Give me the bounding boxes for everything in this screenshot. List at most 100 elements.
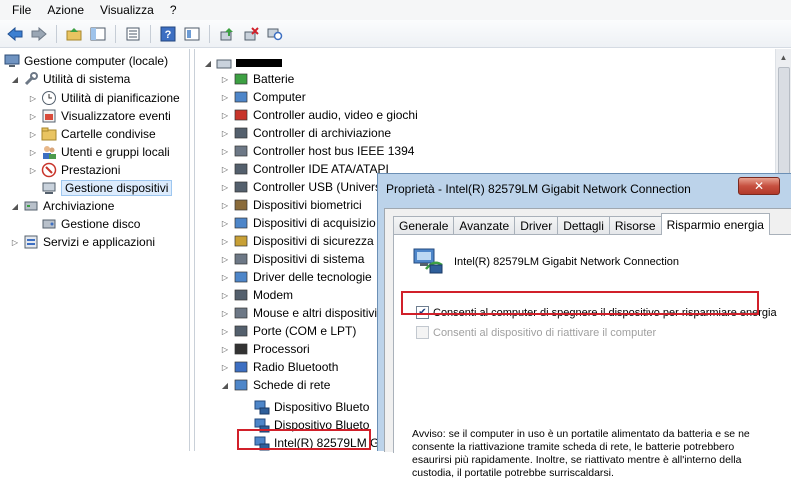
tree-system-tools[interactable]: ◢ Utilità di sistema	[10, 70, 130, 88]
expand-arrow-icon[interactable]: ▷	[220, 219, 230, 228]
expand-arrow-icon[interactable]: ▷	[220, 183, 230, 192]
network-adapter-icon	[254, 399, 270, 415]
close-button[interactable]: ✕	[738, 177, 780, 195]
collapse-arrow-icon[interactable]: ◢	[220, 381, 230, 390]
collapse-arrow-icon[interactable]: ◢	[203, 59, 213, 68]
tab-dettagli[interactable]: Dettagli	[557, 216, 610, 235]
expand-arrow-icon[interactable]: ▷	[220, 345, 230, 354]
expand-arrow-icon[interactable]: ▷	[220, 75, 230, 84]
expand-arrow-icon[interactable]: ▷	[220, 165, 230, 174]
device-category[interactable]: ▷ Dispositivi biometrici	[220, 196, 362, 214]
device-category[interactable]: ▷ Dispositivi di acquisizio	[220, 214, 376, 232]
menu-azione[interactable]: Azione	[39, 3, 92, 17]
disk-icon	[41, 216, 57, 232]
expand-arrow-icon[interactable]: ▷	[28, 148, 38, 157]
expand-arrow-icon[interactable]: ▷	[220, 201, 230, 210]
expand-arrow-icon[interactable]: ▷	[28, 112, 38, 121]
device-category[interactable]: ▷ Processori	[220, 340, 310, 358]
menu-visualizza[interactable]: Visualizza	[92, 3, 162, 17]
tree-item-users-groups[interactable]: ▷ Utenti e gruppi locali	[28, 143, 170, 161]
device-category-icon	[233, 323, 249, 339]
svg-text:?: ?	[165, 29, 172, 41]
device-category[interactable]: ▷ Modem	[220, 286, 293, 304]
device-category-icon	[233, 233, 249, 249]
allow-wake-checkbox[interactable]	[416, 326, 429, 339]
computer-icon	[216, 55, 232, 71]
uninstall-icon[interactable]	[240, 23, 262, 45]
tree-root[interactable]: Gestione computer (locale)	[4, 52, 168, 70]
scan-hardware-icon[interactable]	[264, 23, 286, 45]
expand-arrow-icon[interactable]: ▷	[220, 327, 230, 336]
device-header: Intel(R) 82579LM Gigabit Network Connect…	[412, 245, 679, 278]
tree-item-shared-folders[interactable]: ▷ Cartelle condivise	[28, 125, 156, 143]
device-category[interactable]: ▷ Controller host bus IEEE 1394	[220, 142, 415, 160]
expand-arrow-icon[interactable]: ▷	[220, 273, 230, 282]
expand-arrow-icon[interactable]: ▷	[220, 291, 230, 300]
tree-services-label: Servizi e applicazioni	[43, 235, 156, 249]
tree-item-performance[interactable]: ▷ Prestazioni	[28, 161, 120, 179]
back-arrow-icon[interactable]	[4, 23, 26, 45]
console-tree[interactable]: Gestione computer (locale) ◢ Utilità di …	[0, 49, 190, 451]
tab-generale[interactable]: Generale	[393, 216, 455, 235]
up-folder-icon[interactable]	[63, 23, 85, 45]
device-category[interactable]: ▷ Porte (COM e LPT)	[220, 322, 356, 340]
update-driver-icon[interactable]	[216, 23, 238, 45]
device-category[interactable]: ▷ Mouse e altri dispositivi	[220, 304, 377, 322]
tree-item-label: Visualizzatore eventi	[61, 109, 171, 123]
device-category[interactable]: ▷ Batterie	[220, 70, 294, 88]
help-icon[interactable]: ?	[157, 23, 179, 45]
device-category[interactable]: ▷ Controller di archiviazione	[220, 124, 391, 142]
device-category[interactable]: ▷ Dispositivi di sistema	[220, 250, 364, 268]
tree-item-label: Cartelle condivise	[61, 127, 156, 141]
tree-item-scheduler[interactable]: ▷ Utilità di pianificazione	[28, 89, 180, 107]
device-category-label: Controller USB (Univers	[253, 180, 382, 194]
menu-help[interactable]: ?	[162, 3, 185, 17]
expand-arrow-icon[interactable]: ▷	[28, 166, 38, 175]
device-category[interactable]: ▷ Dispositivi di sicurezza	[220, 232, 374, 250]
tab-risorse[interactable]: Risorse	[608, 216, 662, 235]
collapse-arrow-icon[interactable]: ◢	[10, 202, 20, 211]
properties-icon[interactable]	[122, 23, 144, 45]
tree-storage[interactable]: ◢ Archiviazione	[10, 197, 114, 215]
tab-risparmio-energia[interactable]: Risparmio energia	[660, 213, 770, 235]
expand-arrow-icon[interactable]: ▷	[220, 255, 230, 264]
expand-arrow-icon[interactable]: ▷	[220, 129, 230, 138]
expand-arrow-icon[interactable]: ▷	[220, 309, 230, 318]
performance-icon	[41, 162, 57, 178]
device-category[interactable]: ▷ Controller IDE ATA/ATAPI	[220, 160, 389, 178]
expand-arrow-icon[interactable]: ▷	[220, 93, 230, 102]
expand-arrow-icon[interactable]: ▷	[10, 238, 20, 247]
tab-driver[interactable]: Driver	[514, 216, 559, 235]
collapse-arrow-icon[interactable]: ◢	[10, 75, 20, 84]
device-category[interactable]: ▷ Controller USB (Univers	[220, 178, 381, 196]
device-category-label: Radio Bluetooth	[253, 360, 339, 374]
expand-arrow-icon[interactable]: ▷	[220, 111, 230, 120]
storage-icon	[23, 198, 39, 214]
tree-item-event-viewer[interactable]: ▷ Visualizzatore eventi	[28, 107, 171, 125]
expand-arrow-icon[interactable]: ▷	[28, 130, 38, 139]
menu-file[interactable]: File	[4, 3, 39, 17]
view-icon[interactable]	[181, 23, 203, 45]
scroll-up-icon[interactable]: ▲	[776, 49, 791, 65]
network-adapter-label: Dispositivo Blueto	[274, 400, 370, 414]
tree-services[interactable]: ▷ Servizi e applicazioni	[10, 233, 155, 251]
expand-arrow-icon[interactable]: ▷	[220, 237, 230, 246]
device-category[interactable]: ▷ Radio Bluetooth	[220, 358, 338, 376]
device-category[interactable]: ▷ Computer	[220, 88, 306, 106]
tab-avanzate[interactable]: Avanzate	[453, 216, 516, 235]
tree-item-device-manager[interactable]: Gestione dispositivi	[41, 179, 173, 197]
device-category-icon	[233, 341, 249, 357]
expand-arrow-icon[interactable]: ▷	[220, 363, 230, 372]
device-category[interactable]: ▷ Controller audio, video e giochi	[220, 106, 418, 124]
expand-arrow-icon[interactable]: ▷	[28, 94, 38, 103]
tree-item-disk-management[interactable]: Gestione disco	[41, 215, 140, 233]
device-category[interactable]: ◢ Schede di rete	[220, 376, 330, 394]
expand-arrow-icon[interactable]: ▷	[220, 147, 230, 156]
warning-text: Avviso: se il computer in uso è un porta…	[412, 428, 750, 479]
allow-wake-option[interactable]: Consenti al dispositivo di riattivare il…	[416, 326, 656, 339]
forward-arrow-icon[interactable]	[28, 23, 50, 45]
tab-strip: Generale Avanzate Driver Dettagli Risors…	[393, 213, 770, 235]
network-adapter-item[interactable]: Dispositivo Blueto	[254, 398, 369, 416]
device-category[interactable]: ▷ Driver delle tecnologie	[220, 268, 372, 286]
show-hide-tree-icon[interactable]	[87, 23, 109, 45]
